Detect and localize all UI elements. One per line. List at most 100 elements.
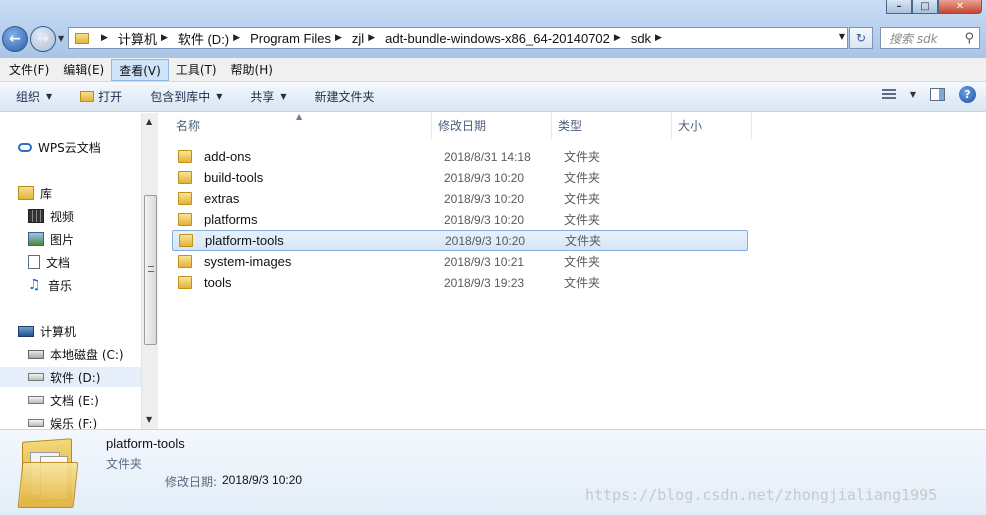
file-type: 文件夹 [564, 171, 601, 185]
nav-videos[interactable]: 视频 [28, 206, 74, 226]
chevron-down-icon: ▼ [280, 92, 287, 101]
nav-wps-cloud[interactable]: WPS云文档 [18, 137, 101, 157]
chevron-right-icon[interactable]: ▶ [614, 33, 621, 43]
menu-view[interactable]: 查看(V) [111, 58, 169, 81]
drive-icon [28, 419, 44, 427]
change-view-icon[interactable] [881, 88, 896, 101]
search-icon[interactable]: ⚲ [964, 31, 974, 46]
picture-icon [28, 232, 44, 246]
back-button[interactable]: ← [2, 26, 28, 52]
folder-icon [178, 255, 192, 268]
system-drive-icon [28, 349, 44, 359]
scrollbar-thumb[interactable] [144, 195, 157, 345]
maximize-button[interactable]: □ [912, 0, 938, 14]
music-icon: ♫ [28, 277, 41, 293]
file-row[interactable]: tools 2018/9/3 19:23 文件夹 [172, 272, 748, 293]
file-row[interactable]: build-tools 2018/9/3 10:20 文件夹 [172, 167, 748, 188]
breadcrumb-program-files[interactable]: Program Files [250, 31, 331, 46]
help-icon[interactable]: ? [959, 86, 976, 103]
folder-icon [75, 32, 89, 44]
forward-arrow-icon: → [37, 31, 49, 47]
nav-drive-f[interactable]: 娱乐 (F:) [28, 413, 97, 429]
grip-icon [148, 266, 154, 272]
chevron-right-icon[interactable]: ▶ [233, 33, 240, 43]
nav-library[interactable]: 库 [18, 183, 52, 203]
nav-scrollbar[interactable]: ▲ ▼ [141, 113, 158, 429]
menu-edit[interactable]: 编辑(E) [56, 59, 111, 81]
title-bar: – □ ✕ ← → ▼ ▶ 计算机 ▶ 软件 (D:) ▶ Program Fi… [0, 0, 986, 58]
chevron-right-icon[interactable]: ▶ [655, 33, 662, 43]
menu-tools[interactable]: 工具(T) [169, 59, 224, 81]
file-date: 2018/9/3 10:20 [445, 233, 526, 248]
file-row[interactable]: platform-tools 2018/9/3 10:20 文件夹 [172, 230, 748, 251]
folder-icon [178, 213, 192, 226]
scroll-up-icon[interactable]: ▲ [146, 117, 152, 126]
menu-file[interactable]: 文件(F) [2, 59, 56, 81]
nav-pictures[interactable]: 图片 [28, 229, 74, 249]
open-button[interactable]: 打开 [74, 85, 128, 109]
file-date: 2018/9/3 10:21 [444, 254, 525, 269]
nav-music[interactable]: ♫ 音乐 [28, 275, 72, 295]
recent-pages-dropdown[interactable]: ▼ [58, 34, 64, 43]
address-history-dropdown[interactable]: ▼ [839, 32, 845, 41]
view-controls: ▼ ? [881, 86, 976, 103]
organize-button[interactable]: 组织 ▼ [10, 85, 58, 109]
details-modified-label: 修改日期: [165, 475, 218, 489]
close-button[interactable]: ✕ [938, 0, 982, 14]
address-bar[interactable]: ▶ 计算机 ▶ 软件 (D:) ▶ Program Files ▶ zjl ▶ … [68, 27, 848, 49]
folder-icon [178, 192, 192, 205]
chevron-right-icon[interactable]: ▶ [101, 33, 108, 43]
navigation-pane: WPS云文档 库 视频 图片 文档 ♫ 音乐 计算机 本地磁盘 (C:) 软件 (… [0, 113, 158, 429]
new-folder-button[interactable]: 新建文件夹 [309, 85, 381, 109]
file-row[interactable]: system-images 2018/9/3 10:21 文件夹 [172, 251, 748, 272]
nav-drive-e[interactable]: 文档 (E:) [28, 390, 99, 410]
nav-documents[interactable]: 文档 [28, 252, 70, 272]
chevron-down-icon: ▼ [46, 92, 53, 101]
file-name: add-ons [204, 149, 251, 164]
drive-icon [28, 373, 44, 381]
share-button[interactable]: 共享 ▼ [244, 85, 292, 109]
file-name: platform-tools [205, 233, 284, 248]
column-name[interactable]: ▲ 名称 [158, 112, 432, 139]
column-size[interactable]: 大小 [672, 113, 752, 139]
nav-computer[interactable]: 计算机 [18, 321, 76, 341]
menu-bar: 文件(F) 编辑(E) 查看(V) 工具(T) 帮助(H) [0, 58, 986, 82]
folder-icon [178, 150, 192, 163]
nav-drive-d[interactable]: 软件 (D:) [0, 367, 141, 387]
file-row[interactable]: extras 2018/9/3 10:20 文件夹 [172, 188, 748, 209]
window-controls: – □ ✕ [886, 0, 982, 14]
breadcrumb-computer[interactable]: 计算机 [118, 29, 157, 48]
nav-drive-c[interactable]: 本地磁盘 (C:) [28, 344, 124, 364]
chevron-right-icon[interactable]: ▶ [335, 33, 342, 43]
file-type: 文件夹 [564, 192, 601, 206]
preview-pane-icon[interactable] [930, 88, 945, 101]
details-modified-value: 2018/9/3 10:20 [222, 473, 303, 487]
view-options-dropdown[interactable]: ▼ [910, 90, 916, 99]
minimize-button[interactable]: – [886, 0, 912, 14]
menu-help[interactable]: 帮助(H) [224, 59, 280, 81]
file-name: tools [204, 275, 232, 290]
cloud-icon [18, 142, 32, 152]
file-date: 2018/9/3 10:20 [444, 191, 525, 206]
search-input[interactable]: 搜索 sdk ⚲ [880, 27, 980, 49]
include-in-library-button[interactable]: 包含到库中 ▼ [144, 85, 228, 109]
file-name: platforms [204, 212, 258, 227]
forward-button[interactable]: → [30, 26, 56, 52]
drive-icon [28, 396, 44, 404]
file-row[interactable]: add-ons 2018/8/31 14:18 文件夹 [172, 146, 748, 167]
column-type[interactable]: 类型 [552, 113, 672, 139]
command-toolbar: 组织 ▼ 打开 包含到库中 ▼ 共享 ▼ 新建文件夹 ▼ ? [0, 82, 986, 112]
chevron-right-icon[interactable]: ▶ [161, 33, 168, 43]
breadcrumb-drive-d[interactable]: 软件 (D:) [178, 29, 229, 48]
breadcrumb-adt-bundle[interactable]: adt-bundle-windows-x86_64-20140702 [385, 31, 610, 46]
folder-icon [179, 234, 193, 247]
details-type: 文件夹 [106, 457, 143, 471]
file-row[interactable]: platforms 2018/9/3 10:20 文件夹 [172, 209, 748, 230]
column-date[interactable]: 修改日期 [432, 113, 552, 139]
scroll-down-icon[interactable]: ▼ [146, 415, 152, 424]
breadcrumb-zjl[interactable]: zjl [352, 31, 364, 46]
breadcrumb-sdk[interactable]: sdk [631, 31, 651, 46]
refresh-button[interactable]: ↻ [849, 27, 873, 49]
chevron-right-icon[interactable]: ▶ [368, 33, 375, 43]
refresh-icon: ↻ [855, 31, 867, 45]
